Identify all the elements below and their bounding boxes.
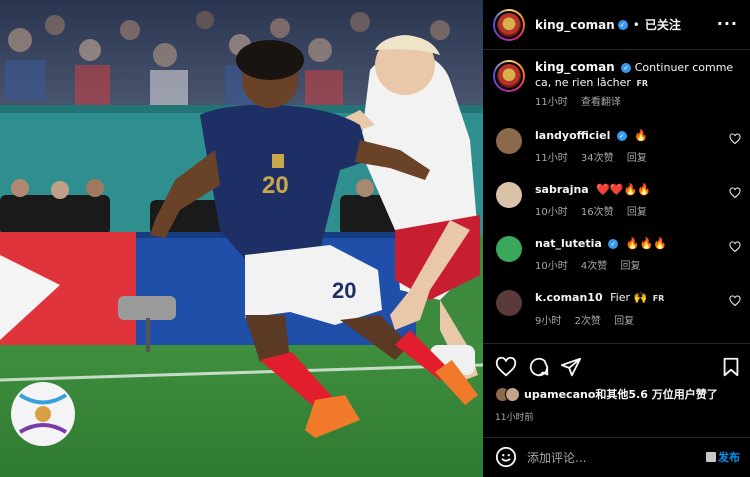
comment-username[interactable]: landyofficiel	[535, 129, 610, 142]
follow-status-button[interactable]: 已关注	[645, 16, 681, 33]
comment-text: ❤️❤️🔥🔥	[596, 183, 652, 196]
share-icon[interactable]	[560, 356, 582, 378]
bookmark-icon[interactable]	[720, 356, 742, 378]
comment-username[interactable]: nat_lutetia	[535, 237, 602, 250]
comment-time: 9小时	[535, 316, 562, 327]
heart-icon[interactable]	[729, 187, 741, 199]
post-photo[interactable]: 20 20	[0, 0, 483, 477]
language-badge: FR	[636, 79, 649, 88]
comment-item: sabrajna ❤️❤️🔥🔥 10小时 16次赞 回复	[493, 182, 743, 228]
verified-icon: ✓	[617, 19, 628, 30]
comment-time: 10小时	[535, 207, 568, 218]
reply-button[interactable]: 回复	[620, 261, 640, 272]
comment-text: 🔥	[634, 129, 649, 142]
verified-icon: ✓	[608, 239, 619, 249]
caption-username[interactable]: king_coman	[535, 60, 615, 74]
caption-avatar[interactable]	[493, 60, 525, 92]
comment-likes[interactable]: 34次赞	[581, 153, 614, 164]
keyboard-icon	[706, 452, 716, 462]
action-bar	[483, 343, 750, 389]
comment-likes[interactable]: 16次赞	[581, 207, 614, 218]
separator: •	[632, 17, 640, 32]
post-time: 11小时前	[495, 413, 534, 423]
reply-button[interactable]: 回复	[627, 153, 647, 164]
comment-avatar[interactable]	[496, 236, 522, 262]
comment-username[interactable]: sabrajna	[535, 183, 589, 196]
comment-item: nat_lutetia ✓ 🔥🔥🔥 10小时 4次赞 回复	[493, 236, 743, 282]
comments-panel: king_coman ✓ • 已关注 ··· king_coman ✓ Cont…	[483, 0, 750, 477]
comment-item: k.coman10 Fier 🙌 FR 9小时 2次赞 回复	[493, 290, 743, 336]
comment-avatar[interactable]	[496, 182, 522, 208]
heart-icon[interactable]	[495, 356, 517, 378]
post-header: king_coman ✓ • 已关注 ···	[483, 0, 750, 50]
verified-icon: ✓	[616, 131, 627, 141]
comment-text: 🔥🔥🔥	[625, 237, 667, 250]
author-avatar[interactable]	[493, 8, 525, 41]
translate-button[interactable]: 查看翻译	[581, 97, 621, 108]
emoji-icon[interactable]	[495, 446, 517, 468]
comment-icon[interactable]	[528, 356, 550, 378]
reply-button[interactable]: 回复	[614, 316, 634, 327]
comment-likes[interactable]: 2次赞	[575, 316, 601, 327]
comment-time: 10小时	[535, 261, 568, 272]
comment-text: Fier 🙌	[610, 291, 648, 304]
svg-text:20: 20	[332, 278, 356, 303]
likes-text[interactable]: upamecano和其他5.6 万位用户赞了	[524, 386, 718, 402]
heart-icon[interactable]	[729, 295, 741, 307]
add-comment-bar: 添加评论... 发布	[483, 437, 750, 477]
comment-item: landyofficiel ✓ 🔥 11小时 34次赞 回复	[493, 128, 743, 174]
post-button[interactable]: 发布	[706, 449, 740, 465]
heart-icon[interactable]	[729, 241, 741, 253]
caption: king_coman ✓ Continuer comme ca, ne rien…	[493, 60, 743, 110]
comment-avatar[interactable]	[496, 128, 522, 154]
comment-input[interactable]: 添加评论...	[527, 449, 586, 466]
heart-icon[interactable]	[729, 133, 741, 145]
post-button-label: 发布	[718, 451, 740, 464]
comment-likes[interactable]: 4次赞	[581, 261, 607, 272]
language-badge: FR	[652, 294, 665, 303]
author-username[interactable]: king_coman	[535, 18, 615, 32]
likes-summary[interactable]: upamecano和其他5.6 万位用户赞了	[495, 386, 718, 402]
caption-time: 11小时	[535, 97, 568, 108]
comment-username[interactable]: k.coman10	[535, 291, 603, 304]
verified-icon: ✓	[621, 63, 632, 73]
more-icon[interactable]: ···	[717, 14, 738, 33]
reply-button[interactable]: 回复	[627, 207, 647, 218]
comment-avatar[interactable]	[496, 290, 522, 316]
comment-time: 11小时	[535, 153, 568, 164]
svg-text:20: 20	[262, 172, 289, 199]
liker-avatar	[505, 386, 520, 402]
post-image: 20 20	[0, 0, 483, 477]
